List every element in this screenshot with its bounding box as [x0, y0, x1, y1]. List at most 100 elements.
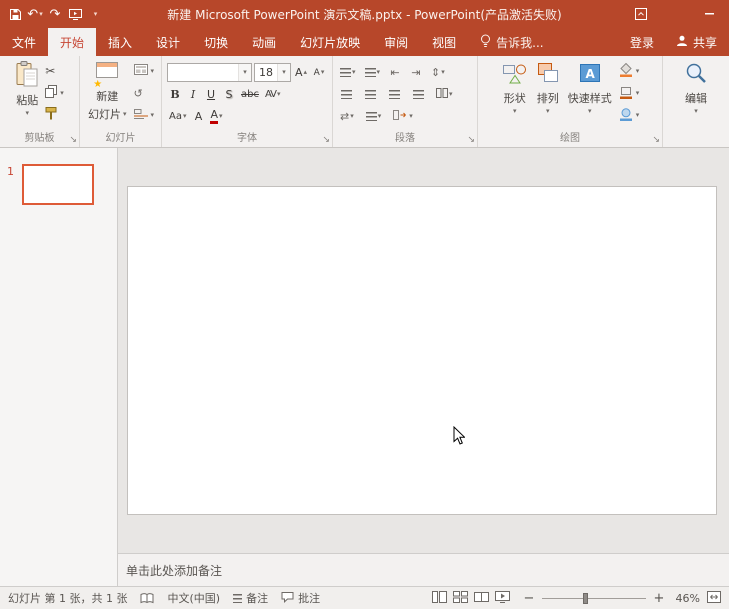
window-controls: [633, 3, 729, 25]
start-slideshow-icon[interactable]: [67, 3, 83, 25]
tab-design[interactable]: 设计: [144, 28, 192, 56]
align-right-button[interactable]: [386, 86, 402, 104]
text-direction-button[interactable]: ⇄▾: [338, 108, 356, 126]
language-indicator[interactable]: 中文(中国): [167, 590, 220, 606]
shape-outline-button[interactable]: ▾: [616, 84, 643, 102]
font-dialog-launcher-icon[interactable]: ↘: [322, 136, 330, 145]
statusbar-right: − + 46%: [432, 591, 721, 606]
section-button[interactable]: ▾: [131, 106, 158, 124]
paste-button[interactable]: 粘贴 ▾: [12, 58, 42, 131]
copy-button[interactable]: ▾: [42, 84, 67, 102]
align-center-button[interactable]: [362, 86, 378, 104]
customize-qat-caret-icon[interactable]: ▾: [87, 3, 103, 25]
comments-toggle[interactable]: 批注: [281, 590, 320, 606]
line-spacing-button[interactable]: ⇕▾: [429, 64, 447, 82]
slide-counter[interactable]: 幻灯片 第 1 张，共 1 张: [8, 590, 127, 606]
shape-effects-caret-icon: ▾: [636, 112, 640, 119]
underline-button[interactable]: U: [203, 86, 219, 104]
decrease-indent-button[interactable]: ⇤: [387, 64, 403, 82]
slide-canvas[interactable]: [127, 186, 717, 515]
text-shadow-button[interactable]: S: [221, 86, 237, 104]
new-slide-button[interactable]: ★ 新建 幻灯片 ▾: [84, 58, 131, 131]
shrink-font-button[interactable]: A▾: [311, 64, 327, 82]
bold-button[interactable]: B: [167, 86, 183, 104]
align-text-button[interactable]: ▾: [364, 108, 384, 126]
editing-button[interactable]: 编辑 ▾: [680, 58, 712, 131]
fit-to-window-icon[interactable]: [707, 591, 721, 606]
slide-editor-canvas[interactable]: [118, 148, 729, 553]
font-name-caret-icon[interactable]: ▾: [238, 64, 251, 81]
bullets-button[interactable]: ▾: [338, 64, 358, 82]
reading-view-icon[interactable]: [474, 591, 489, 606]
convert-smartart-button[interactable]: ▾: [391, 108, 415, 126]
notes-pane[interactable]: 单击此处添加备注: [118, 553, 729, 586]
align-text-icon: [366, 112, 377, 121]
spell-check-icon[interactable]: [140, 593, 154, 604]
tab-insert[interactable]: 插入: [96, 28, 144, 56]
font-color-button[interactable]: A▾: [208, 108, 224, 126]
font-name-combo[interactable]: ▾: [167, 63, 252, 82]
clipboard-dialog-launcher-icon[interactable]: ↘: [69, 136, 77, 145]
share-button[interactable]: 共享: [664, 28, 729, 56]
sign-in-button[interactable]: 登录: [620, 28, 664, 56]
copy-icon: [45, 85, 57, 101]
zoom-level[interactable]: 46%: [672, 592, 700, 605]
align-left-icon: [341, 90, 352, 99]
tab-slideshow[interactable]: 幻灯片放映: [288, 28, 372, 56]
change-case-button[interactable]: Aa▾: [167, 108, 188, 126]
shapes-button[interactable]: 形状 ▾: [498, 58, 532, 131]
shape-fill-button[interactable]: ▾: [616, 62, 643, 80]
notes-toggle[interactable]: 备注: [233, 590, 268, 606]
minimize-icon[interactable]: [701, 3, 717, 25]
shape-effects-button[interactable]: ▾: [616, 106, 643, 124]
undo-caret-icon[interactable]: ▾: [39, 10, 43, 18]
section-icon: [134, 108, 148, 122]
drawing-group-label: 绘图: [480, 131, 660, 147]
tell-me-box[interactable]: 告诉我...: [468, 28, 555, 56]
tab-file[interactable]: 文件: [0, 28, 48, 56]
undo-icon[interactable]: ↶▾: [27, 3, 43, 25]
slide-thumbnail-panel[interactable]: 1: [0, 148, 118, 586]
slideshow-view-icon[interactable]: [495, 591, 510, 606]
new-slide-star-icon: ★: [93, 79, 102, 90]
save-icon[interactable]: [7, 3, 23, 25]
reset-slide-button[interactable]: ↺: [131, 84, 158, 102]
align-left-button[interactable]: [338, 86, 354, 104]
clear-formatting-button[interactable]: A: [190, 108, 206, 126]
paragraph-dialog-launcher-icon[interactable]: ↘: [467, 136, 475, 145]
zoom-out-button[interactable]: −: [523, 591, 535, 606]
format-painter-button[interactable]: [42, 106, 67, 124]
font-size-combo[interactable]: 18 ▾: [254, 63, 291, 82]
columns-button[interactable]: ▾: [434, 86, 455, 104]
tab-transitions[interactable]: 切换: [192, 28, 240, 56]
grow-font-button[interactable]: A▴: [293, 64, 309, 82]
slide-sorter-view-icon[interactable]: [453, 591, 468, 606]
drawing-dialog-launcher-icon[interactable]: ↘: [652, 136, 660, 145]
zoom-slider[interactable]: [542, 598, 646, 599]
arrange-button[interactable]: 排列 ▾: [532, 58, 564, 131]
arrange-icon: [536, 61, 560, 88]
tab-home[interactable]: 开始: [48, 28, 96, 56]
thumbnail-item[interactable]: 1: [7, 164, 117, 205]
shapes-icon: [502, 61, 528, 88]
quick-styles-button[interactable]: A 快速样式 ▾: [564, 58, 616, 131]
justify-button[interactable]: [410, 86, 426, 104]
font-size-caret-icon[interactable]: ▾: [277, 64, 290, 81]
tab-view[interactable]: 视图: [420, 28, 468, 56]
italic-button[interactable]: I: [185, 86, 201, 104]
normal-view-icon[interactable]: [432, 591, 447, 606]
strikethrough-button[interactable]: abc: [239, 86, 261, 104]
zoom-slider-thumb[interactable]: [583, 593, 588, 604]
slide-layout-button[interactable]: ▾: [131, 62, 158, 80]
slide-1-thumbnail[interactable]: [22, 164, 94, 205]
cut-button[interactable]: ✂: [42, 62, 67, 80]
slides-group-label: 幻灯片: [82, 131, 159, 147]
tab-animations[interactable]: 动画: [240, 28, 288, 56]
character-spacing-button[interactable]: AV▾: [263, 86, 283, 104]
tab-review[interactable]: 审阅: [372, 28, 420, 56]
redo-icon[interactable]: ↷: [47, 3, 63, 25]
zoom-in-button[interactable]: +: [653, 591, 665, 606]
increase-indent-button[interactable]: ⇥: [408, 64, 424, 82]
numbering-button[interactable]: ▾: [363, 64, 383, 82]
ribbon-display-options-icon[interactable]: [633, 3, 649, 25]
